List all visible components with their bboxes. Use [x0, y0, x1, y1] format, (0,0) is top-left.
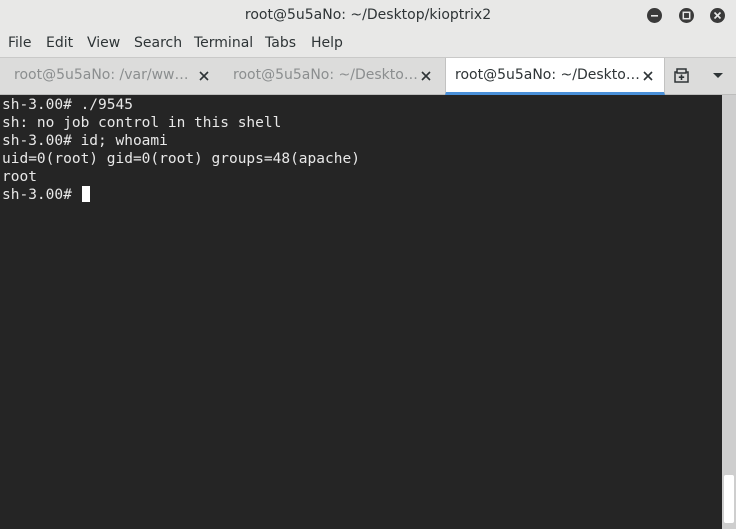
vertical-scrollbar[interactable] [722, 95, 736, 529]
close-icon [713, 11, 722, 20]
close-icon[interactable] [642, 70, 654, 82]
terminal-line: uid=0(root) gid=0(root) groups=48(apache… [2, 151, 360, 167]
text-cursor [81, 186, 90, 202]
tab-bar: root@5u5aNo: /var/ww… root@5u5aNo: ~/Des… [0, 57, 736, 95]
menu-file[interactable]: File [8, 35, 31, 51]
menu-terminal[interactable]: Terminal [194, 35, 253, 51]
terminal-prompt-line: sh-3.00# [2, 186, 90, 204]
terminal-window: root@5u5aNo: ~/Desktop/kioptrix2 File Ed… [0, 0, 736, 529]
menu-tabs[interactable]: Tabs [265, 35, 296, 51]
tab-1[interactable]: root@5u5aNo: /var/ww… [0, 58, 222, 95]
close-icon[interactable] [420, 70, 432, 82]
chevron-down-icon[interactable] [712, 72, 724, 80]
tab-label: root@5u5aNo: ~/Deskto… [233, 67, 418, 83]
menu-search[interactable]: Search [134, 35, 182, 51]
terminal-line: root [2, 169, 37, 185]
tab-label: root@5u5aNo: /var/ww… [14, 67, 189, 83]
maximize-button[interactable] [679, 8, 694, 23]
terminal-line: sh: no job control in this shell [2, 115, 282, 131]
terminal-output[interactable]: sh-3.00# ./9545 sh: no job control in th… [0, 95, 722, 529]
close-icon[interactable] [198, 70, 210, 82]
maximize-icon [682, 11, 691, 20]
scrollbar-thumb[interactable] [724, 475, 734, 523]
minimize-icon [651, 15, 658, 17]
menu-help[interactable]: Help [311, 35, 343, 51]
menu-bar: File Edit View Search Terminal Tabs Help [0, 31, 736, 57]
tab-label: root@5u5aNo: ~/Deskto… [455, 67, 640, 83]
menu-view[interactable]: View [87, 35, 120, 51]
tab-2[interactable]: root@5u5aNo: ~/Deskto… [222, 58, 444, 95]
title-bar[interactable]: root@5u5aNo: ~/Desktop/kioptrix2 [0, 0, 736, 31]
window-title: root@5u5aNo: ~/Desktop/kioptrix2 [244, 7, 492, 23]
minimize-button[interactable] [647, 8, 662, 23]
terminal-line: sh-3.00# ./9545 [2, 97, 133, 113]
terminal-line: sh-3.00# id; whoami [2, 133, 168, 149]
close-window-button[interactable] [710, 8, 725, 23]
new-tab-icon[interactable] [674, 68, 692, 84]
tab-3-active[interactable]: root@5u5aNo: ~/Deskto… [445, 58, 665, 95]
prompt-text: sh-3.00# [2, 187, 81, 203]
menu-edit[interactable]: Edit [46, 35, 73, 51]
